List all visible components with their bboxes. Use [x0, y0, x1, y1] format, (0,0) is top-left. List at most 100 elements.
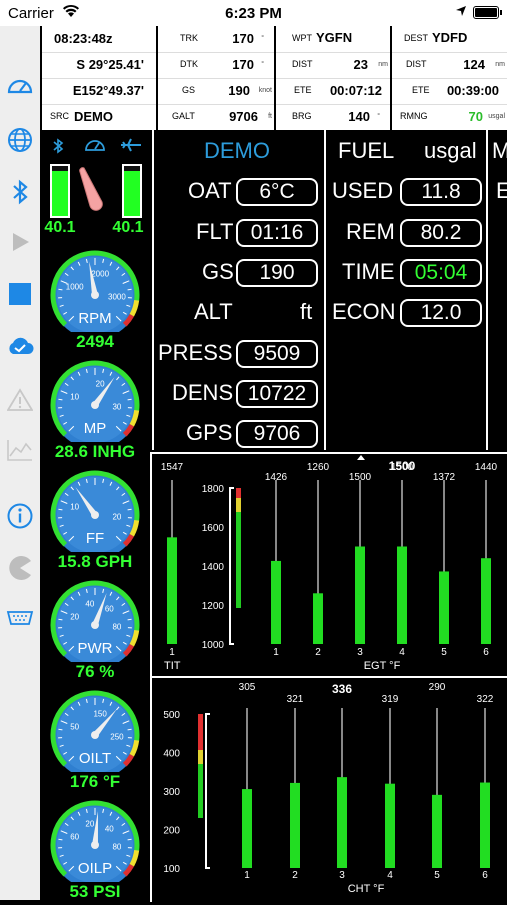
rmng-label: RMNG — [400, 111, 428, 121]
gauge-tick-label: 3000 — [108, 293, 126, 302]
gps-label: GPS — [186, 420, 232, 446]
globe-icon[interactable] — [4, 124, 36, 156]
egt-bar — [397, 547, 407, 645]
cht-category: 6 — [482, 870, 488, 881]
gauge-rpm: 100020003000RPM2494 — [42, 242, 148, 350]
egt-scale-green — [236, 512, 241, 608]
gs-value-panel: 190 — [236, 259, 318, 287]
gauge-value-oilp: 53 PSI — [42, 882, 148, 902]
sidebar — [0, 26, 41, 900]
gauge-tick-label: 30 — [112, 403, 121, 412]
egt-scale-red — [236, 488, 241, 498]
gauge-view-icon[interactable] — [4, 70, 36, 102]
latitude: S 29°25.41' — [76, 57, 144, 72]
left-fuel-value: 40.1 — [40, 219, 80, 237]
left-fuel-fill — [52, 171, 68, 216]
rmng-unit: usgal — [488, 113, 505, 120]
cht-bar — [337, 777, 347, 868]
bluetooth-icon[interactable] — [4, 176, 36, 208]
egt-category: 3 — [357, 647, 363, 658]
alt-unit: ft — [300, 299, 312, 325]
src-value: DEMO — [74, 109, 113, 124]
fuel-selector-icon — [76, 164, 108, 219]
flt-value: 01:16 — [236, 219, 318, 247]
cht-bar — [242, 789, 252, 868]
brg-value: 140 — [348, 109, 370, 124]
egt-value-label: 1260 — [307, 462, 330, 473]
wpt-dist-label: DIST — [292, 59, 313, 69]
pacman-icon[interactable] — [4, 552, 36, 584]
cht-category: 1 — [244, 870, 250, 881]
trk-unit: ° — [261, 35, 264, 42]
gs-label-panel: GS — [202, 259, 234, 285]
stop-icon[interactable] — [4, 278, 36, 310]
gauge-value-pwr: 76 % — [42, 662, 148, 682]
gauge-dial-rpm: 100020003000RPM — [42, 242, 148, 332]
egt-chart-panel: 15471TIT18001600140012001000142611260215… — [150, 452, 507, 676]
econ-label: ECON — [332, 299, 396, 325]
gauge-name: FF — [86, 530, 104, 547]
airplane-icon — [120, 136, 142, 159]
egt-bar — [313, 593, 323, 644]
gauge-tick-label: 60 — [105, 604, 114, 613]
partial-m: M — [492, 138, 507, 164]
engine-gauge-column: 40.1 40.1 100020003000RPM2494102030MP28.… — [40, 130, 150, 900]
gauge-name: OILT — [79, 750, 111, 767]
egt-y-tick: 1000 — [202, 640, 225, 651]
oat-label: OAT — [188, 178, 232, 204]
tit-value-label: 1547 — [161, 462, 184, 473]
egt-category: 2 — [315, 647, 321, 658]
play-icon[interactable] — [4, 226, 36, 258]
fuel-unit: usgal — [424, 138, 477, 164]
egt-bar — [481, 558, 491, 644]
right-fuel-bar — [122, 164, 142, 218]
wpt-dist-unit: nm — [378, 61, 388, 68]
galt-label: GALT — [172, 111, 195, 121]
dens-value: 10722 — [236, 380, 318, 408]
info-icon[interactable] — [4, 500, 36, 532]
serial-port-icon[interactable] — [4, 602, 36, 634]
oat-value: 6°C — [236, 178, 318, 206]
cht-scale-red — [198, 714, 203, 750]
cht-value-label: 319 — [382, 694, 399, 705]
egt-y-tick: 1200 — [202, 601, 225, 612]
destination-box: DESTYDFD DIST124nm ETE00:39:00 RMNG70usg… — [392, 26, 507, 130]
egt-scale-bracket — [230, 488, 234, 644]
fuel-data-panel: FUEL usgal USED 11.8 REM 80.2 TIME 05:04… — [324, 130, 486, 450]
cht-scale-bracket — [206, 714, 210, 868]
cht-bar — [432, 795, 442, 868]
egt-axis-label: EGT °F — [364, 660, 401, 672]
gauge-tick-label: 60 — [70, 833, 79, 842]
position-box: 08:23:48z S 29°25.41' E152°49.37' SRCDEM… — [42, 26, 156, 130]
trend-chart-icon[interactable] — [4, 434, 36, 466]
trk-value: 170 — [232, 31, 254, 46]
dens-label: DENS — [172, 380, 233, 406]
cht-y-tick: 300 — [163, 787, 180, 798]
wpt-dist-value: 23 — [354, 57, 368, 72]
gauge-tick-label: 10 — [70, 503, 79, 512]
gauge-oilt: 50150250OILT176 °F — [42, 682, 148, 790]
egt-peak-marker — [357, 455, 365, 460]
gauge-tick-label: 10 — [70, 393, 79, 402]
egt-value-label: 1500 — [349, 472, 372, 483]
dest-ete-label: ETE — [412, 85, 430, 95]
status-bar: Carrier 6:23 PM — [0, 0, 507, 26]
flight-data-panel: DEMO OAT 6°C FLT 01:16 GS 190 ALT ft PRE… — [152, 130, 324, 450]
dest-dist-label: DIST — [406, 59, 427, 69]
cht-bar — [385, 784, 395, 868]
gauge-dial-mp: 102030MP — [42, 352, 148, 442]
alt-label: ALT — [194, 299, 233, 325]
cht-category: 2 — [292, 870, 298, 881]
warning-icon[interactable] — [4, 384, 36, 416]
cloud-icon[interactable] — [4, 330, 36, 362]
cht-chart-panel: 500400300200100305132123319429053226336C… — [150, 676, 507, 902]
gauge-status-icon — [84, 136, 106, 159]
gauge-tick-label: 2000 — [91, 270, 109, 279]
used-value: 11.8 — [400, 178, 482, 206]
gauge-pwr: 20406080PWR76 % — [42, 572, 148, 680]
cht-bar — [290, 783, 300, 868]
gauge-dial-oilp: 60204080OILP — [42, 792, 148, 882]
right-fuel-fill — [124, 171, 140, 216]
cht-peak-label: 336 — [332, 682, 352, 696]
cht-scale-yellow — [198, 750, 203, 764]
